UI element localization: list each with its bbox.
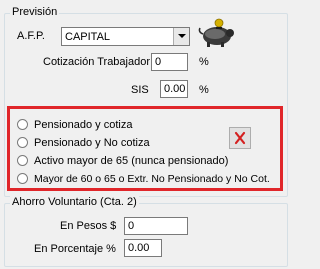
radio-label: Pensionado y No cotiza	[34, 137, 150, 149]
radio-button[interactable]	[17, 155, 28, 166]
cotizacion-input[interactable]: 0	[151, 53, 188, 71]
clear-selection-button[interactable]	[229, 127, 251, 149]
radio-mayor-60-65-no-pensionado[interactable]: Mayor de 60 o 65 o Extr. No Pensionado y…	[17, 172, 279, 186]
cotizacion-unit: %	[199, 56, 209, 68]
radio-button[interactable]	[17, 173, 28, 184]
radio-pensionado-no-cotiza[interactable]: Pensionado y No cotiza	[17, 136, 217, 150]
porcentaje-label: En Porcentaje %	[34, 243, 116, 255]
radio-label: Pensionado y cotiza	[34, 119, 133, 131]
sis-input[interactable]: 0.00	[160, 80, 188, 98]
radio-label: Mayor de 60 o 65 o Extr. No Pensionado y…	[34, 173, 270, 185]
piggy-bank-icon	[198, 18, 234, 47]
pesos-label: En Pesos $	[60, 220, 117, 232]
red-x-icon	[234, 131, 246, 145]
porcentaje-input[interactable]: 0.00	[124, 239, 162, 257]
pesos-input[interactable]: 0	[124, 217, 188, 235]
radio-label: Activo mayor de 65 (nunca pensionado)	[34, 155, 229, 167]
radio-pensionado-cotiza[interactable]: Pensionado y cotiza	[17, 118, 217, 132]
prevision-legend: Previsión	[10, 6, 60, 19]
radio-button[interactable]	[17, 137, 28, 148]
cotizacion-label: Cotización Trabajador	[43, 56, 151, 68]
sis-unit: %	[199, 84, 209, 96]
radio-activo-mayor-65[interactable]: Activo mayor de 65 (nunca pensionado)	[17, 154, 257, 168]
ahorro-legend: Ahorro Voluntario (Cta. 2)	[10, 196, 139, 209]
chevron-down-icon[interactable]	[173, 28, 189, 45]
afp-select[interactable]: CAPITAL	[61, 27, 190, 46]
sis-label: SIS	[131, 84, 149, 96]
afp-select-value: CAPITAL	[65, 31, 111, 43]
afp-label: A.F.P.	[17, 30, 45, 42]
radio-button[interactable]	[17, 119, 28, 130]
ahorro-group	[4, 203, 288, 267]
